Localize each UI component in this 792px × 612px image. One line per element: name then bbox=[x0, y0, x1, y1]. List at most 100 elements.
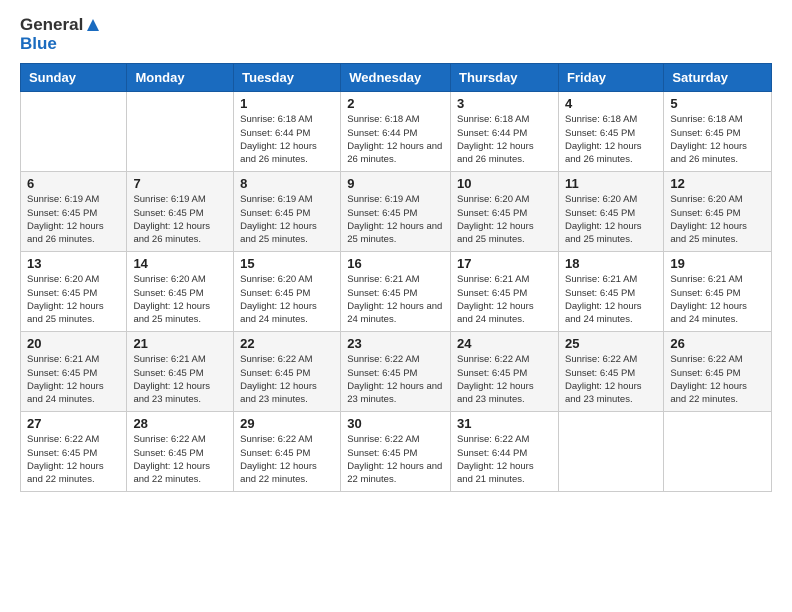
day-number: 29 bbox=[240, 416, 334, 431]
calendar-cell: 2Sunrise: 6:18 AM Sunset: 6:44 PM Daylig… bbox=[341, 92, 451, 172]
day-number: 17 bbox=[457, 256, 552, 271]
calendar-cell: 13 Sunrise: 6:20 AM Sunset: 6:45 PM Dayli… bbox=[21, 252, 127, 332]
day-info: Sunrise: 6:20 AM Sunset: 6:45 PM Dayligh… bbox=[457, 193, 552, 246]
day-info: Sunrise: 6:18 AM Sunset: 6:45 PM Dayligh… bbox=[565, 113, 657, 166]
day-number: 11 bbox=[565, 176, 657, 191]
day-number: 6 bbox=[27, 176, 120, 191]
calendar-cell: 12 Sunrise: 6:20 AM Sunset: 6:45 PM Dayli… bbox=[664, 172, 772, 252]
day-info: Sunrise: 6:22 AM Sunset: 6:45 PM Dayligh… bbox=[347, 353, 444, 406]
day-number: 14 bbox=[133, 256, 227, 271]
calendar-week-1: 1 Sunrise: 6:18 AM Sunset: 6:44 PM Daylig… bbox=[21, 92, 772, 172]
header-monday: Monday bbox=[127, 64, 234, 92]
day-number: 19 bbox=[670, 256, 765, 271]
day-number: 4 bbox=[565, 96, 657, 111]
calendar-cell: 14 Sunrise: 6:20 AM Sunset: 6:45 PM Dayli… bbox=[127, 252, 234, 332]
logo: General Blue bbox=[20, 16, 101, 53]
calendar-cell: 10 Sunrise: 6:20 AM Sunset: 6:45 PM Dayli… bbox=[451, 172, 559, 252]
calendar-week-4: 20 Sunrise: 6:21 AM Sunset: 6:45 PM Dayli… bbox=[21, 332, 772, 412]
logo-blue-text: Blue bbox=[20, 35, 57, 54]
day-info: Sunrise: 6:19 AM Sunset: 6:45 PM Dayligh… bbox=[240, 193, 334, 246]
logo-general-text: General bbox=[20, 16, 83, 35]
header-thursday: Thursday bbox=[451, 64, 559, 92]
calendar-cell: 25 Sunrise: 6:22 AM Sunset: 6:45 PM Dayli… bbox=[558, 332, 663, 412]
header-friday: Friday bbox=[558, 64, 663, 92]
day-number: 25 bbox=[565, 336, 657, 351]
day-info: Sunrise: 6:21 AM Sunset: 6:45 PM Dayligh… bbox=[347, 273, 444, 326]
day-info: Sunrise: 6:21 AM Sunset: 6:45 PM Dayligh… bbox=[670, 273, 765, 326]
day-info: Sunrise: 6:18 AM Sunset: 6:44 PM Dayligh… bbox=[240, 113, 334, 166]
day-info: Sunrise: 6:21 AM Sunset: 6:45 PM Dayligh… bbox=[565, 273, 657, 326]
calendar-cell: 22 Sunrise: 6:22 AM Sunset: 6:45 PM Dayli… bbox=[234, 332, 341, 412]
calendar-cell bbox=[664, 412, 772, 492]
day-info: Sunrise: 6:22 AM Sunset: 6:45 PM Dayligh… bbox=[240, 353, 334, 406]
day-info: Sunrise: 6:19 AM Sunset: 6:45 PM Dayligh… bbox=[133, 193, 227, 246]
day-info: Sunrise: 6:18 AM Sunset: 6:45 PM Dayligh… bbox=[670, 113, 765, 166]
calendar-cell: 7 Sunrise: 6:19 AM Sunset: 6:45 PM Daylig… bbox=[127, 172, 234, 252]
day-number: 7 bbox=[133, 176, 227, 191]
day-number: 22 bbox=[240, 336, 334, 351]
calendar-cell: 29 Sunrise: 6:22 AM Sunset: 6:45 PM Dayli… bbox=[234, 412, 341, 492]
day-info: Sunrise: 6:20 AM Sunset: 6:45 PM Dayligh… bbox=[565, 193, 657, 246]
page: General Blue SundayMondayTuesdayWednesda… bbox=[0, 0, 792, 612]
calendar-cell: 18 Sunrise: 6:21 AM Sunset: 6:45 PM Dayli… bbox=[558, 252, 663, 332]
calendar-week-2: 6 Sunrise: 6:19 AM Sunset: 6:45 PM Daylig… bbox=[21, 172, 772, 252]
calendar-cell: 16 Sunrise: 6:21 AM Sunset: 6:45 PM Dayli… bbox=[341, 252, 451, 332]
calendar-cell bbox=[21, 92, 127, 172]
day-number: 10 bbox=[457, 176, 552, 191]
header: General Blue bbox=[20, 16, 772, 53]
calendar-cell: 4 Sunrise: 6:18 AM Sunset: 6:45 PM Daylig… bbox=[558, 92, 663, 172]
day-info: Sunrise: 6:22 AM Sunset: 6:44 PM Dayligh… bbox=[457, 433, 552, 486]
calendar-cell: 24Sunrise: 6:22 AM Sunset: 6:45 PM Dayli… bbox=[451, 332, 559, 412]
calendar-cell: 8Sunrise: 6:19 AM Sunset: 6:45 PM Daylig… bbox=[234, 172, 341, 252]
day-number: 12 bbox=[670, 176, 765, 191]
calendar-cell: 27 Sunrise: 6:22 AM Sunset: 6:45 PM Dayli… bbox=[21, 412, 127, 492]
day-number: 16 bbox=[347, 256, 444, 271]
day-number: 2 bbox=[347, 96, 444, 111]
day-number: 15 bbox=[240, 256, 334, 271]
day-info: Sunrise: 6:22 AM Sunset: 6:45 PM Dayligh… bbox=[27, 433, 120, 486]
calendar-week-5: 27 Sunrise: 6:22 AM Sunset: 6:45 PM Dayli… bbox=[21, 412, 772, 492]
day-info: Sunrise: 6:21 AM Sunset: 6:45 PM Dayligh… bbox=[457, 273, 552, 326]
day-info: Sunrise: 6:21 AM Sunset: 6:45 PM Dayligh… bbox=[133, 353, 227, 406]
day-number: 21 bbox=[133, 336, 227, 351]
day-info: Sunrise: 6:20 AM Sunset: 6:45 PM Dayligh… bbox=[670, 193, 765, 246]
day-number: 5 bbox=[670, 96, 765, 111]
day-number: 20 bbox=[27, 336, 120, 351]
calendar-week-3: 13 Sunrise: 6:20 AM Sunset: 6:45 PM Dayli… bbox=[21, 252, 772, 332]
day-info: Sunrise: 6:20 AM Sunset: 6:45 PM Dayligh… bbox=[240, 273, 334, 326]
day-number: 9 bbox=[347, 176, 444, 191]
calendar-cell: 17 Sunrise: 6:21 AM Sunset: 6:45 PM Dayli… bbox=[451, 252, 559, 332]
calendar-cell: 11 Sunrise: 6:20 AM Sunset: 6:45 PM Dayli… bbox=[558, 172, 663, 252]
calendar-cell: 31 Sunrise: 6:22 AM Sunset: 6:44 PM Dayli… bbox=[451, 412, 559, 492]
day-info: Sunrise: 6:19 AM Sunset: 6:45 PM Dayligh… bbox=[347, 193, 444, 246]
calendar-cell: 1 Sunrise: 6:18 AM Sunset: 6:44 PM Daylig… bbox=[234, 92, 341, 172]
logo-arrow-icon bbox=[85, 17, 101, 33]
calendar-cell: 5 Sunrise: 6:18 AM Sunset: 6:45 PM Daylig… bbox=[664, 92, 772, 172]
calendar-cell: 19 Sunrise: 6:21 AM Sunset: 6:45 PM Dayli… bbox=[664, 252, 772, 332]
day-number: 13 bbox=[27, 256, 120, 271]
day-info: Sunrise: 6:20 AM Sunset: 6:45 PM Dayligh… bbox=[133, 273, 227, 326]
day-number: 3 bbox=[457, 96, 552, 111]
calendar-cell: 23 Sunrise: 6:22 AM Sunset: 6:45 PM Dayli… bbox=[341, 332, 451, 412]
day-number: 31 bbox=[457, 416, 552, 431]
calendar-cell: 30Sunrise: 6:22 AM Sunset: 6:45 PM Dayli… bbox=[341, 412, 451, 492]
day-info: Sunrise: 6:21 AM Sunset: 6:45 PM Dayligh… bbox=[27, 353, 120, 406]
day-info: Sunrise: 6:22 AM Sunset: 6:45 PM Dayligh… bbox=[240, 433, 334, 486]
calendar-cell: 6Sunrise: 6:19 AM Sunset: 6:45 PM Daylig… bbox=[21, 172, 127, 252]
calendar-cell: 15 Sunrise: 6:20 AM Sunset: 6:45 PM Dayli… bbox=[234, 252, 341, 332]
day-info: Sunrise: 6:22 AM Sunset: 6:45 PM Dayligh… bbox=[347, 433, 444, 486]
day-number: 28 bbox=[133, 416, 227, 431]
calendar-cell: 3 Sunrise: 6:18 AM Sunset: 6:44 PM Daylig… bbox=[451, 92, 559, 172]
day-number: 18 bbox=[565, 256, 657, 271]
day-number: 27 bbox=[27, 416, 120, 431]
day-info: Sunrise: 6:22 AM Sunset: 6:45 PM Dayligh… bbox=[565, 353, 657, 406]
day-number: 24 bbox=[457, 336, 552, 351]
header-saturday: Saturday bbox=[664, 64, 772, 92]
day-number: 23 bbox=[347, 336, 444, 351]
header-sunday: Sunday bbox=[21, 64, 127, 92]
day-info: Sunrise: 6:20 AM Sunset: 6:45 PM Dayligh… bbox=[27, 273, 120, 326]
calendar-cell: 9 Sunrise: 6:19 AM Sunset: 6:45 PM Daylig… bbox=[341, 172, 451, 252]
day-number: 1 bbox=[240, 96, 334, 111]
day-info: Sunrise: 6:18 AM Sunset: 6:44 PM Dayligh… bbox=[457, 113, 552, 166]
day-number: 26 bbox=[670, 336, 765, 351]
